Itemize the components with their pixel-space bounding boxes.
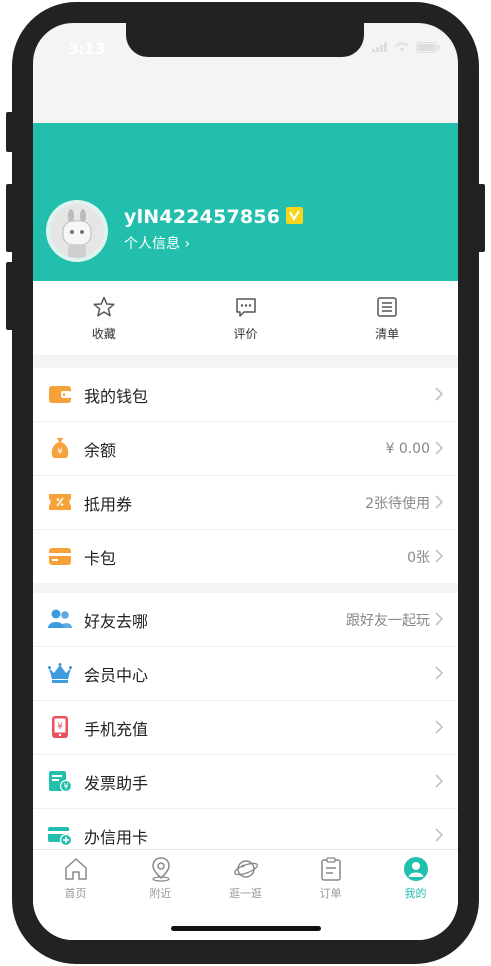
tab-orders[interactable]: 订单 xyxy=(288,850,373,906)
chevron-right-icon xyxy=(435,441,444,455)
quick-list[interactable]: 清单 xyxy=(316,281,458,355)
tab-mine[interactable]: 我的 xyxy=(373,850,458,906)
row-value: 跟好友一起玩 xyxy=(346,612,430,629)
invoice-icon: ¥ xyxy=(49,771,72,792)
row-label: 卡包 xyxy=(84,548,117,568)
star-icon xyxy=(93,296,115,317)
crown-icon xyxy=(48,663,72,683)
list-item-wallet[interactable]: 我的钱包 xyxy=(33,368,458,422)
comment-icon xyxy=(235,297,256,317)
row-label: 发票助手 xyxy=(84,773,149,793)
power-button xyxy=(477,184,485,252)
planet-icon xyxy=(233,859,258,878)
username: ylN422457856 xyxy=(124,206,304,228)
chevron-right-icon xyxy=(435,549,444,563)
chevron-right-icon xyxy=(435,387,444,401)
mute-switch xyxy=(6,112,14,152)
battery-icon xyxy=(416,41,440,53)
row-label: 好友去哪 xyxy=(84,611,149,631)
wifi-icon xyxy=(395,42,409,52)
status-icons xyxy=(372,41,440,53)
profile-header: ylN422457856 个人信息 › xyxy=(33,123,458,281)
list-icon xyxy=(377,296,397,317)
profile-icon xyxy=(403,856,428,881)
wallet-group: 我的钱包 ¥ 余额 ¥ 0.00 抵用券 2张待使用 卡包 0张 xyxy=(33,368,458,583)
tab-label: 附近 xyxy=(149,886,172,900)
row-label: 余额 xyxy=(84,440,117,460)
avatar[interactable] xyxy=(46,200,108,262)
list-item-membership[interactable]: 会员中心 xyxy=(33,647,458,701)
quick-favorites[interactable]: 收藏 xyxy=(33,281,175,355)
row-label: 我的钱包 xyxy=(84,386,149,406)
svg-text:¥: ¥ xyxy=(63,782,68,791)
location-icon xyxy=(151,856,170,882)
volume-up-button xyxy=(6,184,14,252)
list-item-friends[interactable]: 好友去哪 跟好友一起玩 xyxy=(33,593,458,647)
quick-label: 清单 xyxy=(375,326,400,341)
chevron-right-icon xyxy=(435,828,444,842)
row-value: 0张 xyxy=(407,549,430,566)
wallet-icon xyxy=(49,386,71,403)
app-screen: 3:13 ylN422457856 个人信息 › 收藏 评价 清单 我的钱包 ¥… xyxy=(33,23,458,940)
status-bar: 3:13 xyxy=(33,23,458,67)
tab-bar: 首页 附近 逛一逛 订单 我的 xyxy=(33,849,458,906)
quick-label: 收藏 xyxy=(91,326,116,341)
list-item-coupons[interactable]: 抵用券 2张待使用 xyxy=(33,476,458,530)
username-text: ylN422457856 xyxy=(124,206,281,228)
phone-recharge-icon: ¥ xyxy=(52,716,68,738)
row-value: 2张待使用 xyxy=(365,495,430,512)
tab-label: 我的 xyxy=(404,886,427,900)
credit-card-icon xyxy=(48,827,72,846)
svg-text:¥: ¥ xyxy=(57,722,63,732)
quick-label: 评价 xyxy=(233,326,258,341)
chevron-right-icon xyxy=(435,774,444,788)
card-icon xyxy=(49,548,71,565)
row-label: 手机充值 xyxy=(84,719,149,739)
list-item-balance[interactable]: ¥ 余额 ¥ 0.00 xyxy=(33,422,458,476)
list-item-invoice[interactable]: ¥ 发票助手 xyxy=(33,755,458,809)
notch xyxy=(126,23,364,57)
quick-reviews[interactable]: 评价 xyxy=(175,281,317,355)
tab-label: 逛一逛 xyxy=(229,886,262,900)
volume-down-button xyxy=(6,262,14,330)
verified-badge-icon xyxy=(286,207,304,224)
status-time: 3:13 xyxy=(68,40,106,58)
home-icon xyxy=(64,857,87,880)
friends-icon xyxy=(48,609,72,628)
chevron-right-icon xyxy=(435,612,444,626)
row-value: ¥ 0.00 xyxy=(385,440,430,457)
money-bag-icon: ¥ xyxy=(51,438,69,458)
coupon-icon xyxy=(49,494,71,510)
row-label: 抵用券 xyxy=(84,494,133,514)
profile-info-link[interactable]: 个人信息 › xyxy=(124,233,190,253)
tab-label: 订单 xyxy=(319,886,342,900)
row-label: 办信用卡 xyxy=(84,827,149,847)
row-label: 会员中心 xyxy=(84,665,149,685)
home-indicator[interactable] xyxy=(171,926,321,931)
order-icon xyxy=(320,856,341,881)
service-group: 好友去哪 跟好友一起玩 会员中心 ¥ 手机充值 ¥ 发票助手 办信用卡 xyxy=(33,593,458,862)
avatar-image xyxy=(50,204,104,258)
rabbit-avatar-icon xyxy=(50,204,104,258)
tab-home[interactable]: 首页 xyxy=(33,850,118,906)
chevron-right-icon xyxy=(435,495,444,509)
svg-text:¥: ¥ xyxy=(57,447,63,457)
list-item-card-pack[interactable]: 卡包 0张 xyxy=(33,530,458,583)
chevron-right-icon xyxy=(435,720,444,734)
tab-label: 首页 xyxy=(64,886,87,900)
tab-explore[interactable]: 逛一逛 xyxy=(203,850,288,906)
chevron-right-icon xyxy=(435,666,444,680)
quick-actions: 收藏 评价 清单 xyxy=(33,281,458,355)
signal-icon xyxy=(372,42,387,52)
tab-nearby[interactable]: 附近 xyxy=(118,850,203,906)
list-item-phone-recharge[interactable]: ¥ 手机充值 xyxy=(33,701,458,755)
home-indicator-area xyxy=(33,905,458,940)
